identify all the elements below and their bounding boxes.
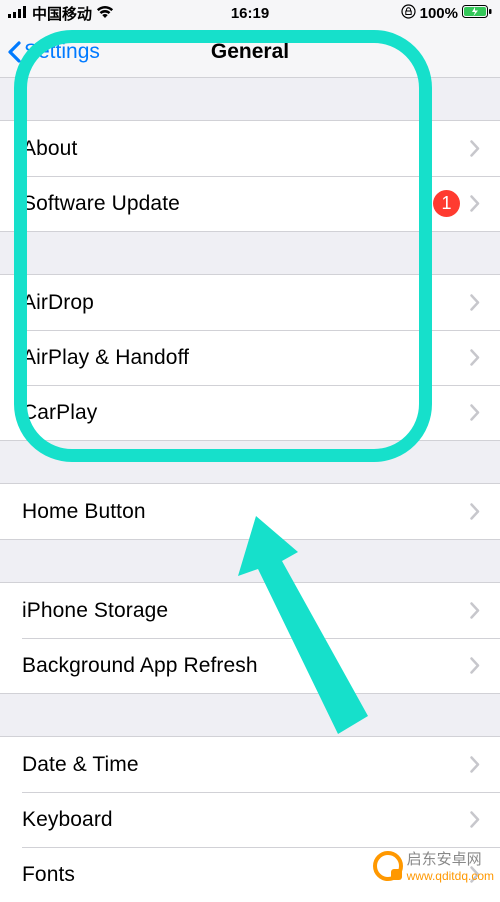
watermark-logo-icon [373,851,403,881]
signal-icon [8,5,28,22]
row-label: CarPlay [22,401,470,425]
chevron-right-icon [470,195,480,212]
wifi-icon [96,5,114,22]
carrier-label: 中国移动 [32,3,92,24]
chevron-right-icon [470,756,480,773]
chevron-right-icon [470,811,480,828]
orientation-lock-icon [401,4,416,23]
status-bar: 中国移动 16:19 100% [0,0,500,26]
watermark: 启东安卓网 www.qditdq.com [373,848,494,883]
nav-bar: Settings General [0,26,500,78]
back-button[interactable]: Settings [0,40,100,64]
settings-group: Home Button [0,483,500,540]
row-airdrop[interactable]: AirDrop [0,275,500,330]
notification-badge: 1 [433,190,460,217]
row-label: Software Update [22,192,433,216]
row-home-button[interactable]: Home Button [0,484,500,539]
row-background-app-refresh[interactable]: Background App Refresh [0,638,500,693]
row-label: About [22,137,470,161]
row-label: Date & Time [22,753,470,777]
settings-group: About Software Update 1 [0,120,500,232]
page-title: General [211,40,289,64]
chevron-right-icon [470,404,480,421]
row-label: Keyboard [22,808,470,832]
status-right: 100% [401,4,492,23]
row-label: AirDrop [22,291,470,315]
battery-label: 100% [420,5,458,22]
chevron-right-icon [470,657,480,674]
chevron-right-icon [470,140,480,157]
watermark-url: www.qditdq.com [407,869,494,883]
row-carplay[interactable]: CarPlay [0,385,500,440]
back-label: Settings [24,40,100,64]
row-date-time[interactable]: Date & Time [0,737,500,792]
row-label: Background App Refresh [22,654,470,678]
row-iphone-storage[interactable]: iPhone Storage [0,583,500,638]
row-software-update[interactable]: Software Update 1 [0,176,500,231]
row-keyboard[interactable]: Keyboard [0,792,500,847]
battery-icon [462,5,492,22]
row-label: iPhone Storage [22,599,470,623]
settings-group: AirDrop AirPlay & Handoff CarPlay [0,274,500,441]
chevron-right-icon [470,294,480,311]
chevron-left-icon [6,40,22,64]
chevron-right-icon [470,503,480,520]
watermark-text: 启东安卓网 [407,851,482,868]
chevron-right-icon [470,602,480,619]
row-label: AirPlay & Handoff [22,346,470,370]
chevron-right-icon [470,349,480,366]
row-airplay-handoff[interactable]: AirPlay & Handoff [0,330,500,385]
row-about[interactable]: About [0,121,500,176]
status-left: 中国移动 [8,3,114,24]
row-label: Home Button [22,500,470,524]
settings-group: iPhone Storage Background App Refresh [0,582,500,694]
status-time: 16:19 [231,5,269,22]
